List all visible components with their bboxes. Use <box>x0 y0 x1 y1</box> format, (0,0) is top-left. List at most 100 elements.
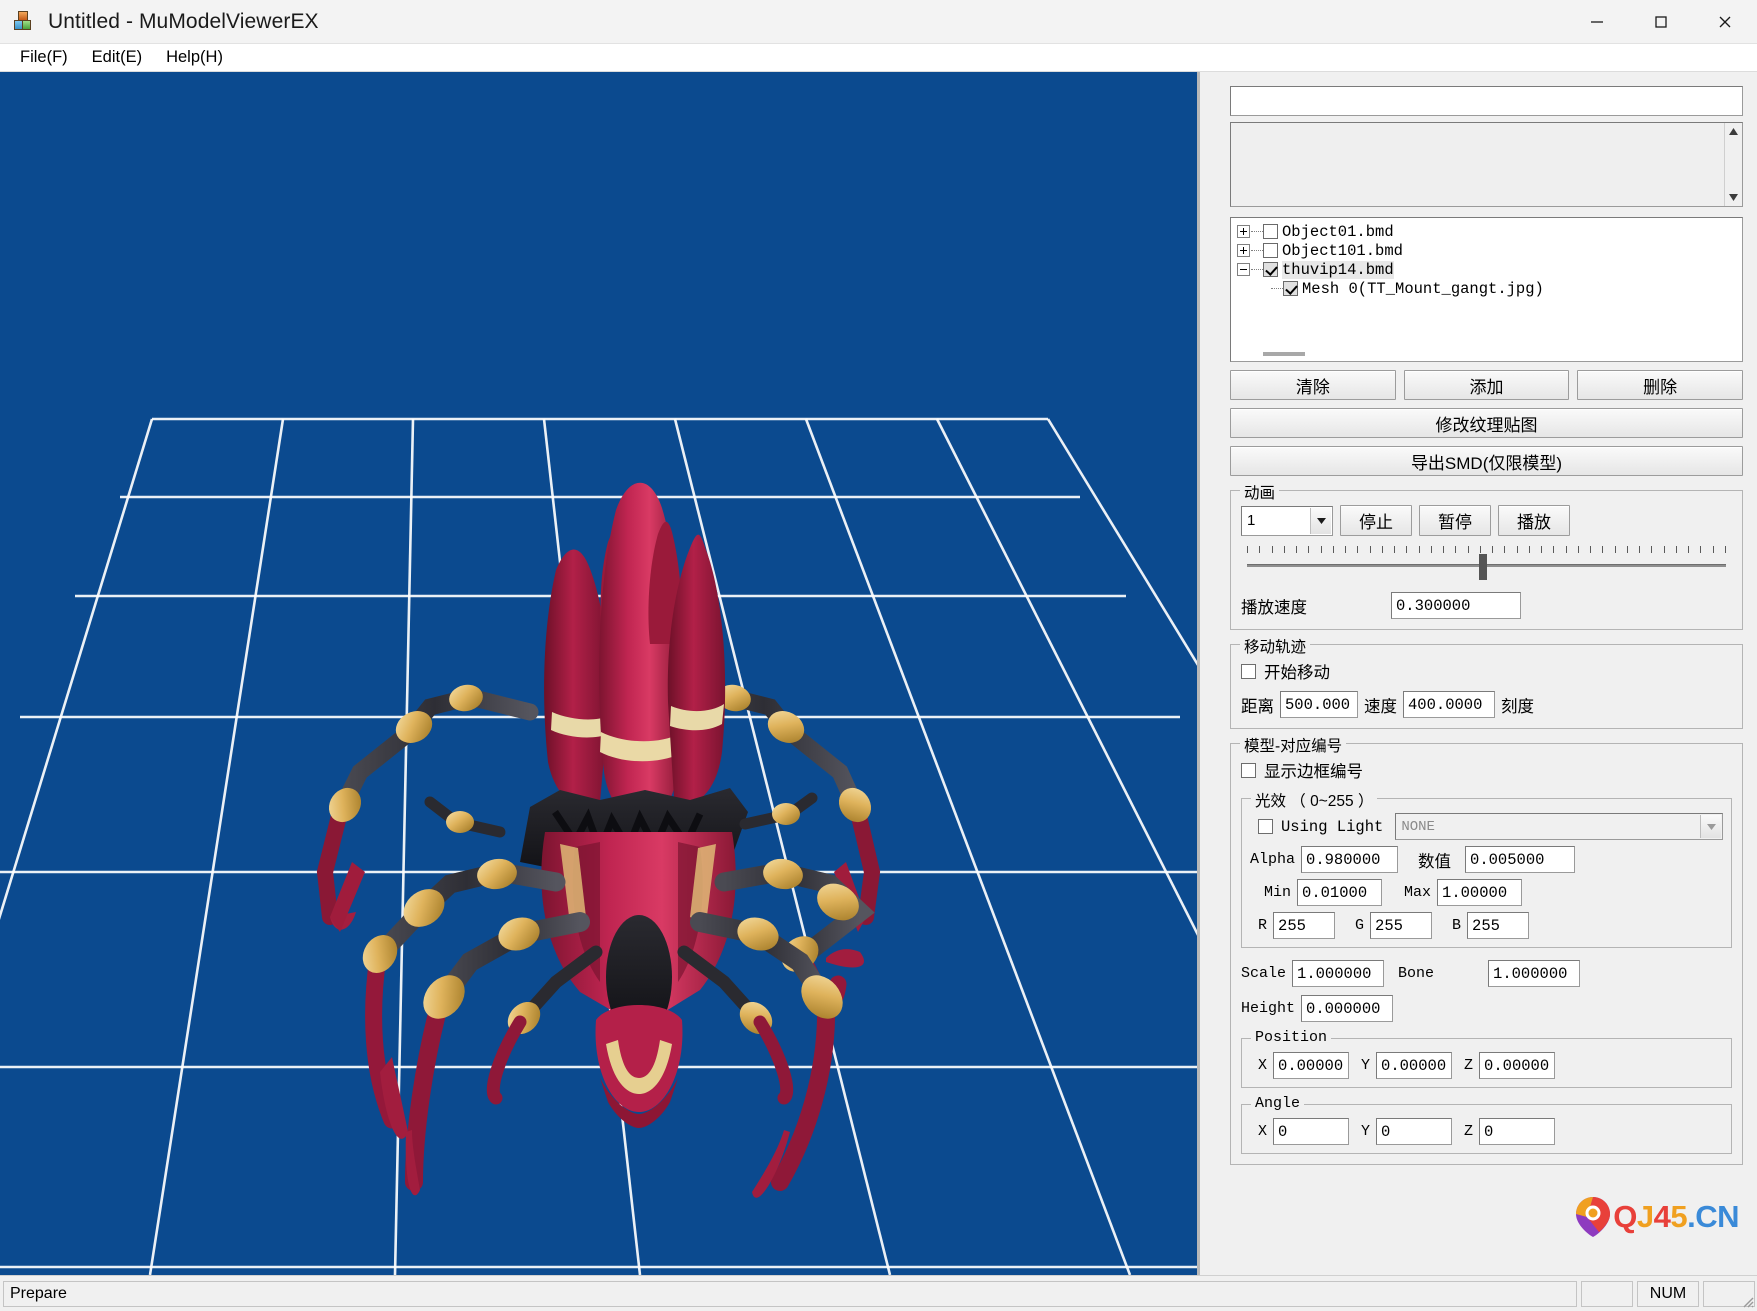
chevron-down-icon[interactable] <box>1700 815 1721 838</box>
pause-button[interactable]: 暂停 <box>1419 505 1491 536</box>
menu-edit[interactable]: Edit(E) <box>80 45 154 70</box>
animation-select-value: 1 <box>1247 512 1256 529</box>
animation-select[interactable]: 1 <box>1241 505 1333 536</box>
maximize-button[interactable] <box>1629 0 1693 44</box>
show-frame-number-row[interactable]: 显示边框编号 <box>1241 758 1732 782</box>
export-smd-button[interactable]: 导出SMD(仅限模型) <box>1230 446 1743 476</box>
angle-x-input[interactable] <box>1273 1118 1350 1145</box>
light-type-select[interactable]: NONE <box>1395 813 1723 840</box>
status-bar: Prepare NUM <box>0 1275 1757 1311</box>
animation-group-title: 动画 <box>1240 481 1280 503</box>
using-light-checkbox[interactable] <box>1258 819 1273 834</box>
model-listbox[interactable] <box>1230 122 1743 207</box>
b-label: B <box>1452 917 1462 934</box>
scale-input[interactable] <box>1292 960 1385 987</box>
min-input[interactable] <box>1297 879 1383 906</box>
stop-button[interactable]: 停止 <box>1340 505 1412 536</box>
menu-help[interactable]: Help(H) <box>154 45 235 70</box>
show-frame-number-checkbox[interactable] <box>1241 762 1256 778</box>
slider-thumb[interactable] <box>1479 554 1488 580</box>
alpha-label: Alpha <box>1250 851 1296 868</box>
tree-item-label: Object01.bmd <box>1282 222 1394 241</box>
max-input[interactable] <box>1437 879 1523 906</box>
model-name-input[interactable] <box>1230 86 1743 116</box>
r-input[interactable] <box>1273 912 1336 939</box>
model-tree[interactable]: Object01.bmd Object101.bmd thuvip14.bmd <box>1230 217 1743 362</box>
height-input[interactable] <box>1301 995 1394 1022</box>
watermark-5: 5 <box>1670 1199 1688 1234</box>
tree-row[interactable]: Object01.bmd <box>1237 222 1740 241</box>
main-area: Object01.bmd Object101.bmd thuvip14.bmd <box>0 72 1757 1275</box>
expander-minus-icon[interactable] <box>1237 263 1250 276</box>
tree-checkbox[interactable] <box>1263 262 1278 277</box>
modify-texture-button[interactable]: 修改纹理贴图 <box>1230 408 1743 438</box>
listbox-scrollbar[interactable] <box>1724 123 1742 206</box>
height-label: Height <box>1241 1000 1296 1017</box>
position-y-label: Y <box>1361 1057 1371 1074</box>
scroll-down-icon[interactable] <box>1725 189 1742 206</box>
map-pin-icon <box>1576 1197 1611 1237</box>
angle-y-label: Y <box>1361 1123 1371 1140</box>
watermark-cn: CN <box>1695 1199 1739 1234</box>
angle-z-input[interactable] <box>1479 1118 1556 1145</box>
tree-item-label: Mesh 0(TT_Mount_gangt.jpg) <box>1302 279 1544 298</box>
angle-group-title: Angle <box>1251 1095 1305 1112</box>
tree-checkbox[interactable] <box>1263 243 1278 258</box>
angle-group: Angle X Y Z <box>1241 1095 1732 1154</box>
animation-frame-slider[interactable] <box>1241 546 1732 588</box>
play-button[interactable]: 播放 <box>1498 505 1570 536</box>
bone-input[interactable] <box>1488 960 1581 987</box>
movement-group: 移动轨迹 开始移动 距离 速度 刻度 <box>1230 635 1743 729</box>
angle-y-input[interactable] <box>1376 1118 1453 1145</box>
tree-item-label: thuvip14.bmd <box>1282 260 1394 279</box>
tree-checkbox[interactable] <box>1263 224 1278 239</box>
using-light-row[interactable]: Using Light NONE <box>1250 813 1723 840</box>
start-move-label: 开始移动 <box>1264 664 1330 682</box>
numeric-input[interactable] <box>1465 846 1576 873</box>
resize-grip-icon[interactable] <box>1738 1292 1754 1308</box>
minmax-row: Min Max <box>1250 879 1723 906</box>
chevron-down-icon[interactable] <box>1310 507 1331 534</box>
delete-button[interactable]: 删除 <box>1577 370 1744 400</box>
expander-plus-icon[interactable] <box>1237 225 1250 238</box>
height-row: Height <box>1241 995 1732 1022</box>
g-label: G <box>1355 917 1365 934</box>
playback-speed-input[interactable] <box>1391 592 1521 619</box>
position-y-input[interactable] <box>1376 1052 1453 1079</box>
start-move-checkbox[interactable] <box>1241 663 1256 679</box>
position-z-input[interactable] <box>1479 1052 1556 1079</box>
expander-plus-icon[interactable] <box>1237 244 1250 257</box>
using-light-label: Using Light <box>1281 817 1384 836</box>
model-viewport-3d[interactable] <box>0 72 1200 1275</box>
b-input[interactable] <box>1467 912 1530 939</box>
scroll-up-icon[interactable] <box>1725 123 1742 140</box>
move-speed-label: 速度 <box>1364 697 1397 716</box>
close-button[interactable] <box>1693 0 1757 44</box>
rgb-row: R G B <box>1250 912 1723 939</box>
app-blocks-icon <box>14 10 36 33</box>
alpha-input[interactable] <box>1301 846 1399 873</box>
animation-controls: 1 停止 暂停 播放 <box>1241 505 1732 536</box>
watermark-4: 4 <box>1653 1199 1671 1234</box>
position-x-input[interactable] <box>1273 1052 1350 1079</box>
tree-row[interactable]: Object101.bmd <box>1237 241 1740 260</box>
tree-row[interactable]: Mesh 0(TT_Mount_gangt.jpg) <box>1237 279 1740 298</box>
tree-row[interactable]: thuvip14.bmd <box>1237 260 1740 279</box>
status-pane-1 <box>1581 1280 1633 1307</box>
spider-model-render <box>316 482 881 1198</box>
clear-button[interactable]: 清除 <box>1230 370 1396 400</box>
tree-item-label: Object101.bmd <box>1282 241 1403 260</box>
light-effect-group-title: 光效 （ 0~255 ） <box>1251 789 1378 811</box>
add-button[interactable]: 添加 <box>1403 370 1570 400</box>
status-message: Prepare <box>3 1280 1577 1307</box>
title-bar: Untitled - MuModelViewerEX <box>0 0 1757 44</box>
distance-input[interactable] <box>1280 691 1358 718</box>
menu-file[interactable]: File(F) <box>8 45 80 70</box>
tree-checkbox[interactable] <box>1283 281 1298 296</box>
tree-horizontal-scrollbar[interactable] <box>1233 349 1740 359</box>
minimize-button[interactable] <box>1565 0 1629 44</box>
playback-speed-row: 播放速度 <box>1241 592 1732 619</box>
move-speed-input[interactable] <box>1403 691 1495 718</box>
start-move-row[interactable]: 开始移动 <box>1241 659 1732 683</box>
g-input[interactable] <box>1370 912 1433 939</box>
